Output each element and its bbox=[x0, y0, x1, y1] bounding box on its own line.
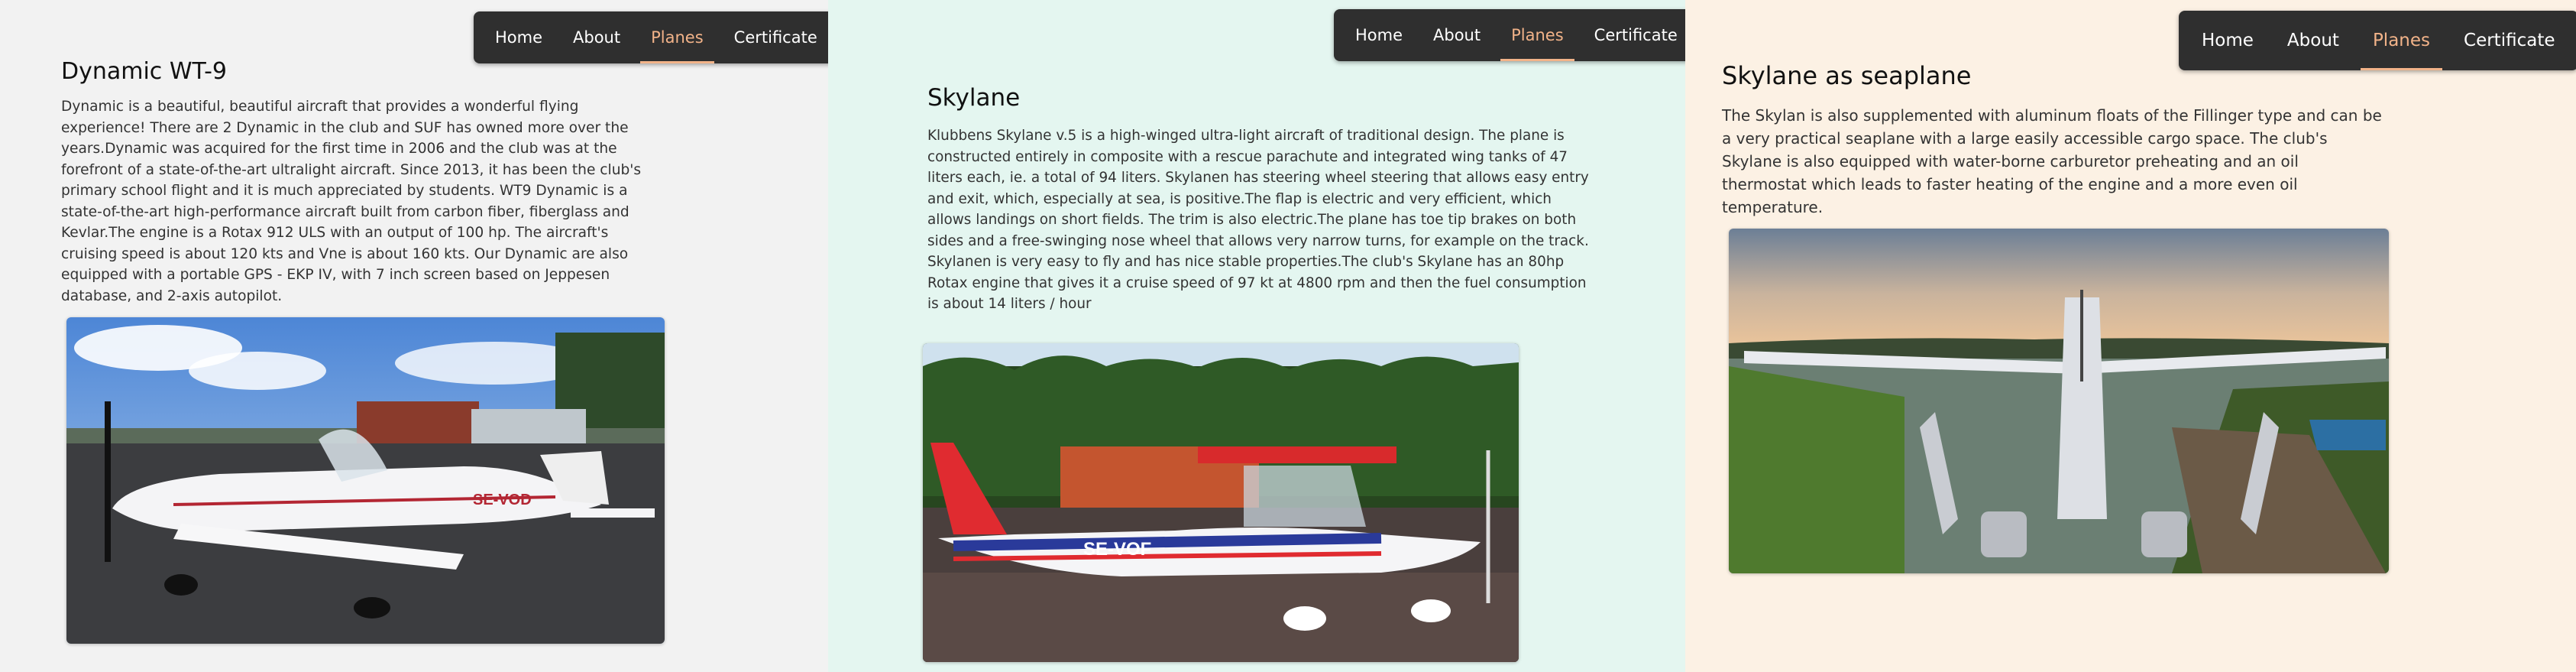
nav-home[interactable]: Home bbox=[2185, 11, 2270, 70]
section-body: Dynamic is a beautiful, beautiful aircra… bbox=[61, 99, 642, 304]
section-title: Skylane as seaplane bbox=[1722, 61, 1972, 90]
registration-label: SE-VOD bbox=[473, 492, 532, 508]
top-nav: Home About Planes Certificate bbox=[1334, 9, 1685, 61]
section-title: Skylane bbox=[927, 84, 1021, 112]
panel-skylane-seaplane: Home About Planes Certificate Skylane as… bbox=[1685, 0, 2576, 672]
section-body: The Skylan is also supplemented with alu… bbox=[1722, 106, 2382, 216]
panel-skylane: Home About Planes Certificate Skylane Kl… bbox=[828, 0, 1685, 672]
nav-certificate[interactable]: Certificate bbox=[2447, 11, 2571, 70]
dynamic-wt9-photo: SE-VOD bbox=[66, 317, 665, 644]
skylane-photo: SE-VOF bbox=[923, 343, 1519, 662]
top-nav: Home About Planes Certificate bbox=[2179, 11, 2576, 70]
nav-about[interactable]: About bbox=[1418, 9, 1496, 61]
nav-planes[interactable]: Planes bbox=[1496, 9, 1579, 61]
nav-certificate[interactable]: Certificate bbox=[1579, 9, 1685, 61]
nav-home[interactable]: Home bbox=[480, 11, 558, 63]
section-body: Klubbens Skylane v.5 is a high-winged ul… bbox=[927, 128, 1589, 312]
nav-home[interactable]: Home bbox=[1340, 9, 1418, 61]
top-nav: Home About Planes Certificate bbox=[474, 11, 828, 63]
skylane-seaplane-photo bbox=[1729, 229, 2389, 573]
nav-planes[interactable]: Planes bbox=[636, 11, 719, 63]
registration-label: SE-VOF bbox=[1083, 539, 1151, 560]
nav-planes[interactable]: Planes bbox=[2356, 11, 2447, 70]
section-title: Dynamic WT-9 bbox=[61, 58, 227, 85]
nav-certificate[interactable]: Certificate bbox=[719, 11, 828, 63]
nav-about[interactable]: About bbox=[558, 11, 636, 63]
nav-about[interactable]: About bbox=[2270, 11, 2356, 70]
panel-dynamic-wt9: Home About Planes Certificate Dynamic WT… bbox=[0, 0, 828, 672]
